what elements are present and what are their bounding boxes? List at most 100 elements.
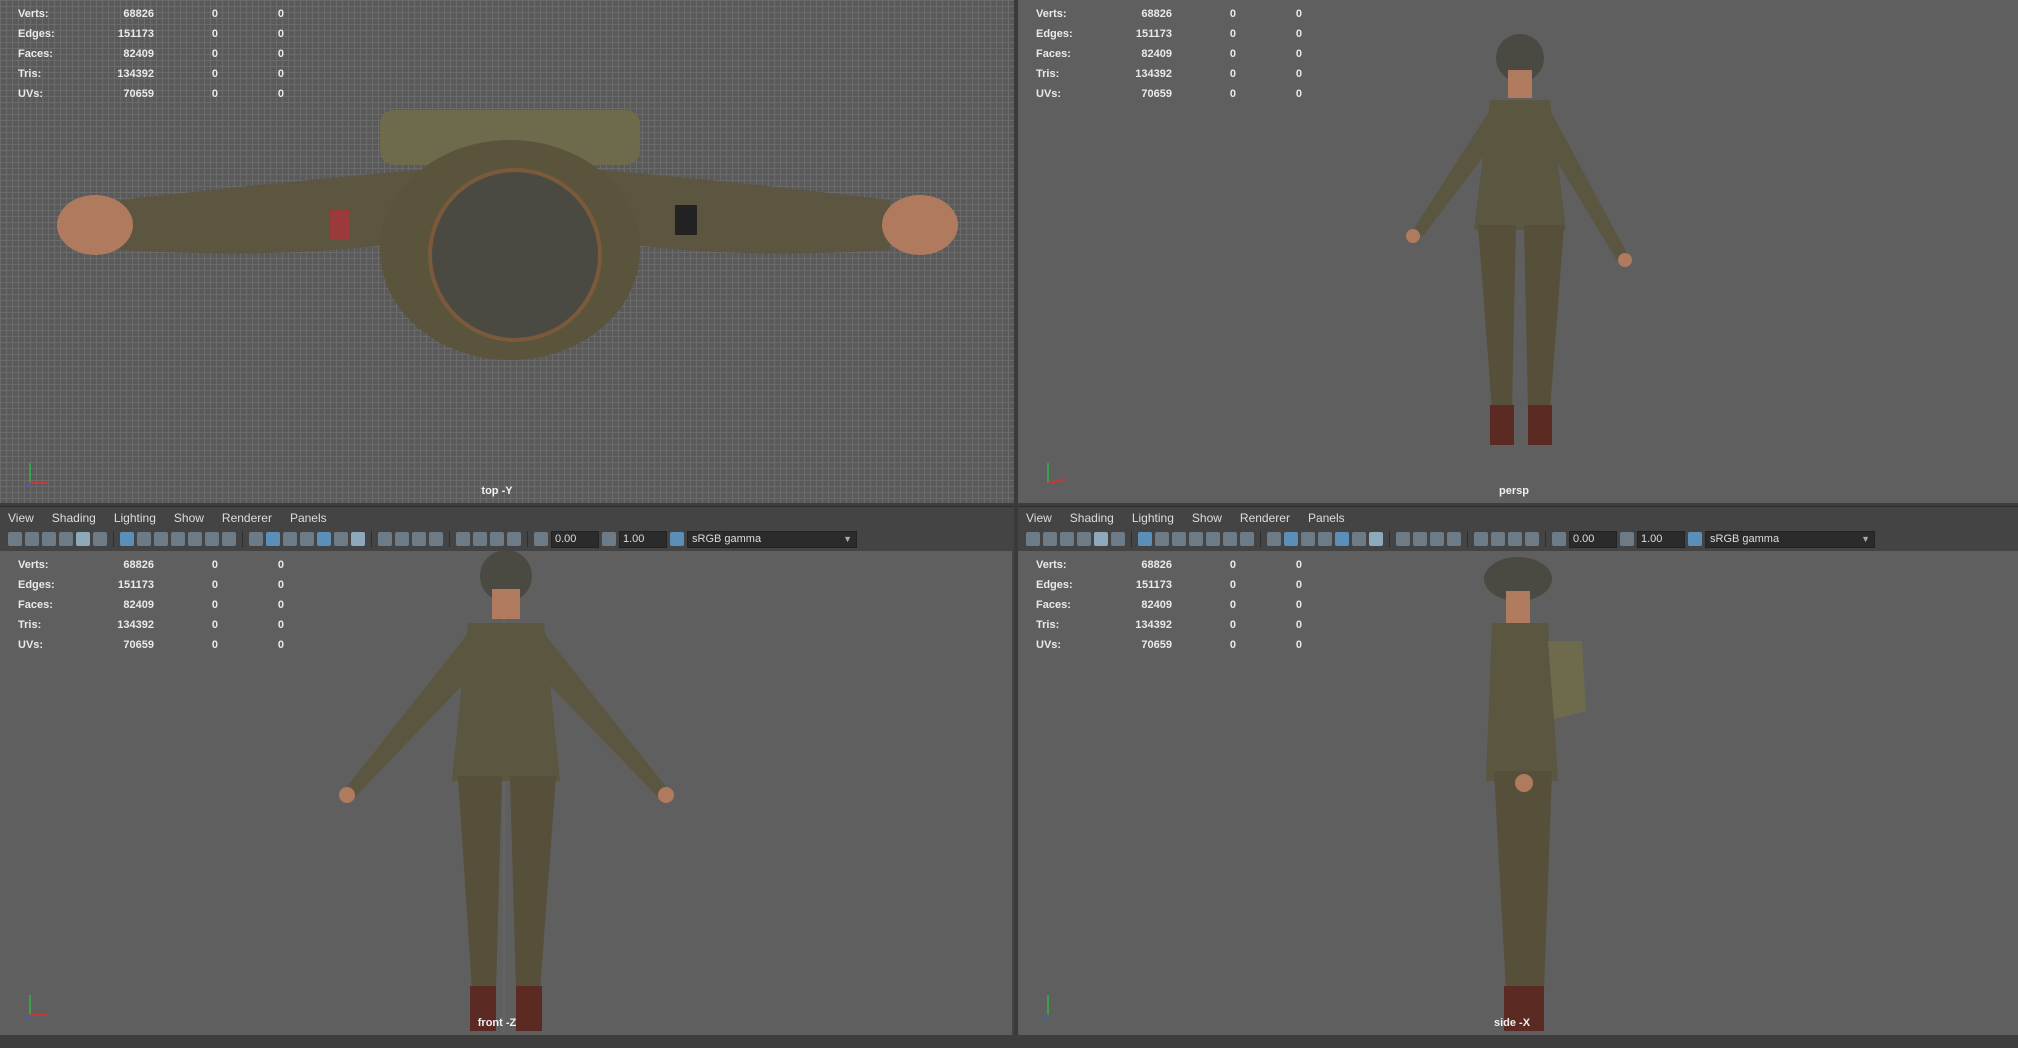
lighting-icon[interactable]	[334, 532, 348, 546]
grease-pencil-icon[interactable]	[1111, 532, 1125, 546]
resolution-gate-icon[interactable]	[154, 532, 168, 546]
soldier-model-persp[interactable]	[1018, 0, 2018, 503]
textured-icon[interactable]	[317, 532, 331, 546]
viewport-side[interactable]: Verts: 68826 0 0 Edges: 151173 0 0 Faces: 82409…	[1018, 551, 2018, 1035]
smooth-shade-icon[interactable]	[266, 532, 280, 546]
ambient-occlusion-icon[interactable]	[378, 532, 392, 546]
default-material-icon[interactable]	[1301, 532, 1315, 546]
separator	[1260, 531, 1261, 547]
menu-shading[interactable]: Shading	[1070, 511, 1114, 525]
viewport-front[interactable]: Verts: 68826 0 0 Edges: 151173 0 0 Faces: 82409…	[0, 551, 1012, 1035]
image-plane-icon[interactable]	[59, 532, 73, 546]
field-chart-icon[interactable]	[1206, 532, 1220, 546]
grid-icon[interactable]	[1138, 532, 1152, 546]
camera-icon[interactable]	[1026, 532, 1040, 546]
menu-lighting[interactable]: Lighting	[1132, 511, 1174, 525]
anti-aliasing-icon[interactable]	[412, 532, 426, 546]
axis-gizmo-top	[25, 463, 48, 488]
wireframe-on-shaded-icon[interactable]	[1318, 532, 1332, 546]
color-management-icon[interactable]	[670, 532, 684, 546]
textured-icon[interactable]	[1335, 532, 1349, 546]
camera-label-front: front -Z	[477, 1017, 517, 1029]
exposure-icon[interactable]	[1552, 532, 1566, 546]
shadows-icon[interactable]	[1369, 532, 1383, 546]
camera-icon[interactable]	[8, 532, 22, 546]
soldier-model-front[interactable]	[0, 551, 1012, 1035]
menu-renderer[interactable]: Renderer	[222, 511, 272, 525]
isolate-select-icon[interactable]	[1474, 532, 1488, 546]
safe-title-icon[interactable]	[222, 532, 236, 546]
menu-panels[interactable]: Panels	[1308, 511, 1345, 525]
menu-renderer[interactable]: Renderer	[1240, 511, 1290, 525]
isolate-select-icon[interactable]	[456, 532, 470, 546]
separator	[113, 531, 114, 547]
menu-panels[interactable]: Panels	[290, 511, 327, 525]
wireframe-icon[interactable]	[1267, 532, 1281, 546]
exposure-field[interactable]: 0.00	[551, 530, 599, 548]
safe-action-icon[interactable]	[1223, 532, 1237, 546]
viewport-top[interactable]: Verts: 68826 0 0 Edges: 151173 0 0 Faces: 82409…	[0, 0, 1014, 506]
color-management-icon[interactable]	[1688, 532, 1702, 546]
bookmark-icon[interactable]	[1060, 532, 1074, 546]
default-material-icon[interactable]	[283, 532, 297, 546]
ambient-occlusion-icon[interactable]	[1396, 532, 1410, 546]
resolution-gate-icon[interactable]	[1172, 532, 1186, 546]
gamma-icon[interactable]	[602, 532, 616, 546]
camera-label-top: top -Y	[481, 485, 513, 497]
menu-view[interactable]: View	[8, 511, 34, 525]
lighting-icon[interactable]	[1352, 532, 1366, 546]
xray-components-icon[interactable]	[1525, 532, 1539, 546]
gamma-field[interactable]: 1.00	[619, 530, 667, 548]
two-d-pan-icon[interactable]	[76, 532, 90, 546]
axis-gizmo-front	[25, 995, 48, 1020]
viewport-persp[interactable]: Verts: 68826 0 0 Edges: 151173 0 0 Faces: 82409…	[1018, 0, 2018, 506]
motion-blur-icon[interactable]	[395, 532, 409, 546]
exposure-field[interactable]: 0.00	[1569, 530, 1617, 548]
wireframe-on-shaded-icon[interactable]	[300, 532, 314, 546]
gate-mask-icon[interactable]	[1189, 532, 1203, 546]
panel-bar-right: View Shading Lighting Show Renderer Pane…	[1018, 506, 2018, 555]
camera-attr-icon[interactable]	[25, 532, 39, 546]
soldier-model-top[interactable]	[0, 0, 1014, 503]
depth-of-field-icon[interactable]	[429, 532, 443, 546]
motion-blur-icon[interactable]	[1413, 532, 1427, 546]
xray-joints-icon[interactable]	[490, 532, 504, 546]
image-plane-icon[interactable]	[1077, 532, 1091, 546]
film-gate-icon[interactable]	[1155, 532, 1169, 546]
xray-joints-icon[interactable]	[1508, 532, 1522, 546]
safe-title-icon[interactable]	[1240, 532, 1254, 546]
menu-lighting[interactable]: Lighting	[114, 511, 156, 525]
xray-components-icon[interactable]	[507, 532, 521, 546]
camera-attr-icon[interactable]	[1043, 532, 1057, 546]
grease-pencil-icon[interactable]	[93, 532, 107, 546]
menu-view[interactable]: View	[1026, 511, 1052, 525]
safe-action-icon[interactable]	[205, 532, 219, 546]
smooth-shade-icon[interactable]	[1284, 532, 1298, 546]
field-chart-icon[interactable]	[188, 532, 202, 546]
shadows-icon[interactable]	[351, 532, 365, 546]
panel-toolbar: 0.00 1.00 sRGB gamma	[8, 529, 857, 549]
film-gate-icon[interactable]	[137, 532, 151, 546]
camera-label-side: side -X	[1493, 1017, 1531, 1029]
xray-icon[interactable]	[1491, 532, 1505, 546]
menu-show[interactable]: Show	[174, 511, 204, 525]
menu-shading[interactable]: Shading	[52, 511, 96, 525]
grid-icon[interactable]	[120, 532, 134, 546]
gate-mask-icon[interactable]	[171, 532, 185, 546]
menu-show[interactable]: Show	[1192, 511, 1222, 525]
bookmark-icon[interactable]	[42, 532, 56, 546]
anti-aliasing-icon[interactable]	[1430, 532, 1444, 546]
depth-of-field-icon[interactable]	[1447, 532, 1461, 546]
gamma-icon[interactable]	[1620, 532, 1634, 546]
two-d-pan-icon[interactable]	[1094, 532, 1108, 546]
bottom-strip	[0, 1035, 2018, 1048]
axis-gizmo-side	[1043, 995, 1049, 1020]
exposure-icon[interactable]	[534, 532, 548, 546]
gamma-field[interactable]: 1.00	[1637, 530, 1685, 548]
color-space-dropdown[interactable]: sRGB gamma	[1705, 530, 1875, 548]
wireframe-icon[interactable]	[249, 532, 263, 546]
separator	[371, 531, 372, 547]
soldier-model-side[interactable]	[1018, 551, 2018, 1035]
color-space-dropdown[interactable]: sRGB gamma	[687, 530, 857, 548]
xray-icon[interactable]	[473, 532, 487, 546]
